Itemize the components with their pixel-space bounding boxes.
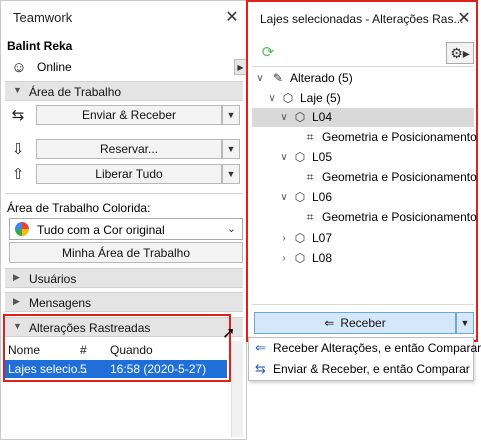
row-count: 5 xyxy=(80,362,87,376)
menu-item-receive-compare[interactable]: ⇐ Receber Alterações, e então Comparar xyxy=(249,338,481,359)
slab-icon: ⬡ xyxy=(282,91,294,105)
geometry-icon: ⌗ xyxy=(306,210,314,224)
column-when: Quando xyxy=(110,343,153,357)
tree-label: Geometria e Posicionamento xyxy=(322,130,477,144)
refresh-icon[interactable]: ⟳ xyxy=(260,44,276,61)
chevron-right-icon[interactable]: › xyxy=(278,249,290,268)
close-icon[interactable]: ✕ xyxy=(456,10,472,27)
release-all-button[interactable]: Liberar Tudo xyxy=(36,164,222,184)
chevron-down-icon[interactable]: ∨ xyxy=(278,108,290,127)
tree-node-l05[interactable]: ∨ ⬡ L05 xyxy=(252,148,474,167)
chevron-right-icon[interactable]: › xyxy=(278,229,290,248)
release-icon: ⇧ xyxy=(11,166,25,183)
tree-label: L05 xyxy=(312,150,333,164)
status-row[interactable]: ☺ Online ▶ xyxy=(7,57,247,77)
receive-label: Receber xyxy=(340,316,386,330)
chevron-down-icon[interactable]: ∨ xyxy=(266,89,278,108)
tree-label: L04 xyxy=(312,110,333,124)
arrow-left-icon: ⇐ xyxy=(324,316,335,330)
chevron-down-icon[interactable]: ∨ xyxy=(278,148,290,167)
send-receive-dropdown-icon[interactable]: ▼ xyxy=(222,105,240,125)
receive-compare-icon: ⇐ xyxy=(255,340,266,355)
row-when: 16:58 (2020-5-27) xyxy=(110,362,207,376)
expand-triangle-icon: ▶ xyxy=(13,272,20,282)
send-receive-compare-icon: ⇆ xyxy=(255,361,266,376)
color-wheel-icon xyxy=(15,222,29,236)
palette-title: Teamwork xyxy=(13,10,73,25)
collapse-triangle-icon: ▼ xyxy=(13,85,22,95)
geometry-icon: ⌗ xyxy=(306,170,314,184)
section-label: Área de Trabalho xyxy=(29,85,122,99)
users-section-header[interactable]: ▶ Usuários xyxy=(5,268,243,288)
tracked-table-header: Nome # Quando xyxy=(5,342,227,358)
colored-workspace-label: Área de Trabalho Colorida: xyxy=(7,201,151,215)
panel-title: Lajes selecionadas - Alterações Ras... xyxy=(260,12,464,26)
workspace-section-header[interactable]: ▼ Área de Trabalho xyxy=(5,81,243,101)
change-tree: ∨ ✎ Alterado (5) ∨ ⬡ Laje (5) ∨ ⬡ L04 ⌗ … xyxy=(252,66,477,268)
tree-node-l04[interactable]: ∨ ⬡ L04 xyxy=(252,108,474,127)
mouse-cursor-icon: ➚ xyxy=(222,325,236,342)
send-receive-icon: ⇆ xyxy=(11,107,25,124)
release-dropdown-icon[interactable]: ▼ xyxy=(222,164,240,184)
section-label: Usuários xyxy=(29,272,77,286)
tree-node-l05-geometry[interactable]: ⌗ Geometria e Posicionamento xyxy=(252,168,477,187)
close-icon[interactable]: ✕ xyxy=(223,8,241,26)
tree-label: L07 xyxy=(312,231,333,245)
my-workspace-button[interactable]: Minha Área de Trabalho xyxy=(9,242,243,263)
column-name: Nome xyxy=(8,343,41,357)
menu-label: Enviar & Receber, e então Comparar xyxy=(273,362,470,376)
receive-options-menu: ⇐ Receber Alterações, e então Comparar ⇆… xyxy=(248,337,481,381)
menu-label: Receber Alterações, e então Comparar xyxy=(273,341,481,355)
chevron-down-icon: ⌄ xyxy=(226,223,236,235)
table-row[interactable]: Lajes selecio... 5 16:58 (2020-5-27) xyxy=(5,360,227,378)
slab-icon: ⬡ xyxy=(294,231,306,245)
settings-gear-icon[interactable]: ⚙▸ xyxy=(446,42,474,64)
slab-icon: ⬡ xyxy=(294,190,306,204)
section-label: Mensagens xyxy=(29,296,92,310)
send-receive-button[interactable]: Enviar & Receber xyxy=(36,105,222,125)
slab-icon: ⬡ xyxy=(294,251,306,265)
geometry-icon: ⌗ xyxy=(306,130,314,144)
reserve-button[interactable]: Reservar... xyxy=(36,139,222,159)
reserve-icon: ⇩ xyxy=(11,141,25,158)
tree-node-l06-geometry[interactable]: ⌗ Geometria e Posicionamento xyxy=(252,208,477,227)
slab-icon: ⬡ xyxy=(294,110,306,124)
user-status-icon: ☺ xyxy=(11,58,27,76)
tree-label: Geometria e Posicionamento xyxy=(322,170,477,184)
teamwork-palette: Teamwork ✕ Balint Reka ☺ Online ▶ ▼ Área… xyxy=(0,0,247,440)
tree-node-l07[interactable]: › ⬡ L07 xyxy=(252,229,474,248)
row-name: Lajes selecio... xyxy=(8,362,88,376)
divider xyxy=(5,193,243,194)
tree-node-l06[interactable]: ∨ ⬡ L06 xyxy=(252,188,474,207)
tree-label: Geometria e Posicionamento xyxy=(322,210,477,224)
slab-icon: ⬡ xyxy=(294,150,306,164)
tree-node-l04-geometry[interactable]: ⌗ Geometria e Posicionamento xyxy=(252,128,477,147)
expand-triangle-icon: ▶ xyxy=(13,296,20,306)
receive-button[interactable]: ⇐ Receber xyxy=(254,312,456,334)
user-name: Balint Reka xyxy=(7,39,73,53)
vertical-scrollbar[interactable] xyxy=(231,341,243,437)
tree-label: Laje (5) xyxy=(300,91,341,105)
color-mode-value: Tudo com a Cor original xyxy=(37,223,165,237)
messages-section-header[interactable]: ▶ Mensagens xyxy=(5,292,243,312)
reserve-dropdown-icon[interactable]: ▼ xyxy=(222,139,240,159)
tree-node-l08[interactable]: › ⬡ L08 xyxy=(252,249,474,268)
tracked-changes-panel: Lajes selecionadas - Alterações Ras... ✕… xyxy=(246,0,478,342)
tree-label: L06 xyxy=(312,190,333,204)
chevron-down-icon[interactable]: ∨ xyxy=(278,188,290,207)
tree-label: Alterado (5) xyxy=(290,71,353,85)
tree-node-slab[interactable]: ∨ ⬡ Laje (5) xyxy=(252,89,472,108)
divider xyxy=(252,304,474,305)
pencil-icon: ✎ xyxy=(272,71,284,85)
chevron-down-icon[interactable]: ∨ xyxy=(254,69,266,88)
status-label: Online xyxy=(37,60,72,74)
receive-dropdown-icon[interactable]: ▼ xyxy=(456,312,474,334)
color-mode-select[interactable]: Tudo com a Cor original ⌄ xyxy=(9,218,243,240)
menu-item-send-receive-compare[interactable]: ⇆ Enviar & Receber, e então Comparar xyxy=(249,359,473,380)
column-count: # xyxy=(80,343,87,357)
tree-node-altered[interactable]: ∨ ✎ Alterado (5) xyxy=(252,69,472,88)
tree-label: L08 xyxy=(312,251,333,265)
